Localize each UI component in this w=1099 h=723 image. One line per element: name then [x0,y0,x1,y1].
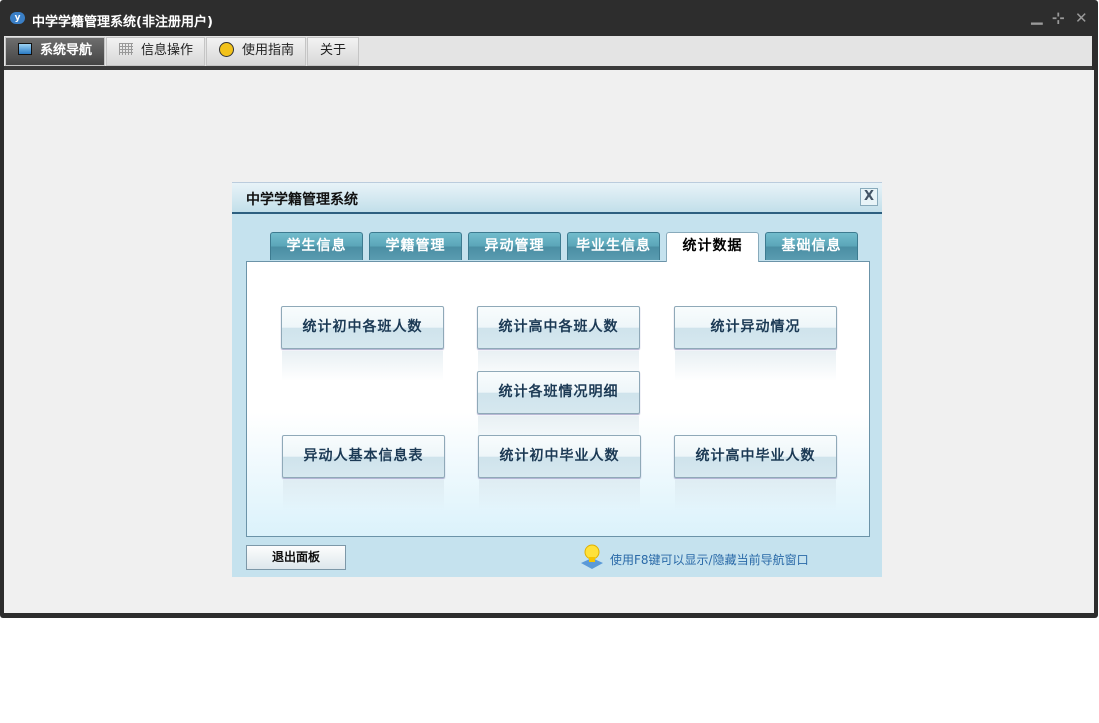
tab-changes[interactable]: 异动管理 [468,232,561,260]
dialog-title: 中学学籍管理系统 [246,192,358,208]
tab-graduates[interactable]: 毕业生信息 [567,232,660,260]
title-bar: y 中学学籍管理系统(非注册用户) ▁ ⊹ ✕ [0,0,1098,36]
senior-graduates-button[interactable]: 统计高中毕业人数 [674,435,837,510]
lightbulb-icon [581,544,603,569]
tab-guide[interactable]: 使用指南 [206,37,306,66]
tab-student-info[interactable]: 学生信息 [270,232,363,260]
help-icon [219,42,234,57]
tab-label: 系统导航 [40,43,93,58]
junior-class-count-button[interactable]: 统计初中各班人数 [281,306,444,381]
app-logo-icon: y [10,12,25,24]
tab-system-nav[interactable]: 系统导航 [5,37,105,66]
tab-registry[interactable]: 学籍管理 [369,232,462,260]
junior-graduates-button[interactable]: 统计初中毕业人数 [478,435,641,510]
class-detail-button[interactable]: 统计各班情况明细 [477,371,640,446]
grid-icon [119,43,133,55]
tab-label: 关于 [320,43,347,58]
menu-tab-bar: 系统导航 信息操作 使用指南 关于 [4,36,1092,66]
hint-text: 使用F8键可以显示/隐藏当前导航窗口 [610,553,809,567]
close-button[interactable]: ✕ [1075,9,1088,27]
navigation-dialog: 中学学籍管理系统 X 学生信息 学籍管理 异动管理 毕业生信息 统计数据 基础信… [232,182,882,577]
tab-label: 使用指南 [242,43,295,58]
tab-label: 信息操作 [141,43,194,58]
senior-class-count-button[interactable]: 统计高中各班人数 [477,306,640,381]
dialog-header: 中学学籍管理系统 X [232,183,882,214]
monitor-icon [18,43,32,55]
dialog-close-button[interactable]: X [860,188,878,206]
minimize-button[interactable]: ▁ [1031,7,1043,25]
changed-student-info-button[interactable]: 异动人基本信息表 [282,435,445,510]
restore-button[interactable]: ⊹ [1052,9,1065,27]
change-stats-button[interactable]: 统计异动情况 [674,306,837,381]
tab-statistics[interactable]: 统计数据 [666,232,759,262]
exit-panel-button[interactable]: 退出面板 [246,545,346,570]
window-title: 中学学籍管理系统(非注册用户) [32,15,213,30]
tab-about[interactable]: 关于 [307,37,359,66]
tab-panel: 统计初中各班人数 统计高中各班人数 统计异动情况 统计各班情况明细 异动人基本信… [246,261,870,537]
tab-info-ops[interactable]: 信息操作 [106,37,205,66]
tab-basic-info[interactable]: 基础信息 [765,232,858,260]
